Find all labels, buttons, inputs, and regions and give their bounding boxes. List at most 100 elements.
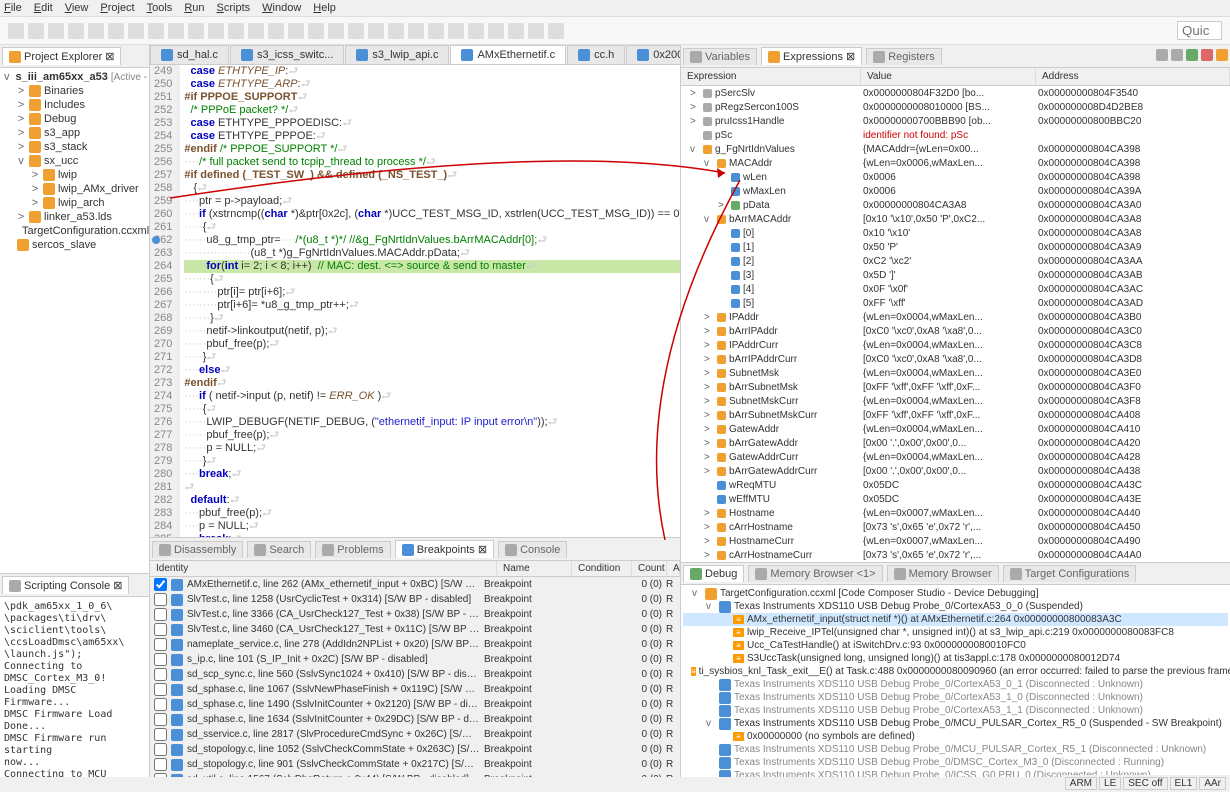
col-value[interactable]: Value (861, 68, 1036, 85)
expression-row[interactable]: >pRegzSercon100S0x0000000008010000 [BS..… (681, 100, 1230, 114)
expression-row[interactable]: >pSercSlv0x0000000804F32D0 [bo...0x00000… (681, 86, 1230, 100)
menu-file[interactable]: File (4, 2, 22, 14)
tab-target-configurations[interactable]: Target Configurations (1003, 565, 1137, 582)
tree-row[interactable]: >s3_app (2, 126, 147, 140)
expression-row[interactable]: >bArrSubnetMskCurr[0xFF '\xff',0xFF '\xf… (681, 408, 1230, 422)
breakpoint-checkbox[interactable] (154, 653, 167, 666)
editor-tab[interactable]: cc.h (567, 45, 625, 64)
col-condition[interactable]: Condition (572, 561, 632, 576)
menu-view[interactable]: View (65, 2, 89, 14)
debug-frame[interactable]: ≡ti_sysbios_knl_Task_exit__E() at Task.c… (683, 665, 1228, 678)
tab-console[interactable]: Console (498, 541, 567, 558)
expression-row[interactable]: >bArrIPAddrCurr[0xC0 '\xc0',0xA8 '\xa8',… (681, 352, 1230, 366)
expression-row[interactable]: wEffMTU0x05DC0x00000000804CA43E (681, 492, 1230, 506)
breakpoint-row[interactable]: sd_util.c, line 1567 (SslvDbgReturn + 0x… (150, 772, 680, 777)
tab-memory-browser[interactable]: Memory Browser (887, 565, 999, 582)
tree-row[interactable]: TargetConfiguration.ccxml (2, 224, 147, 238)
breakpoint-checkbox[interactable] (154, 608, 167, 621)
expression-row[interactable]: [2]0xC2 '\xc2'0x00000000804CA3AA (681, 254, 1230, 268)
breakpoint-checkbox[interactable] (154, 578, 167, 591)
project-explorer-tab[interactable]: Project Explorer ⊠ (2, 47, 121, 65)
breakpoint-checkbox[interactable] (154, 683, 167, 696)
breakpoint-checkbox[interactable] (154, 638, 167, 651)
expression-row[interactable]: [1]0x50 'P'0x00000000804CA3A9 (681, 240, 1230, 254)
col-expression[interactable]: Expression (681, 68, 861, 85)
breakpoint-checkbox[interactable] (154, 593, 167, 606)
tree-row[interactable]: vs_iii_am65xx_a53 [Active - D (2, 70, 147, 84)
expression-row[interactable]: >bArrGatewAddrCurr[0x00 '.',0x00',0x00',… (681, 464, 1230, 478)
tab-search[interactable]: Search (247, 541, 311, 558)
tree-row[interactable]: vsx_ucc (2, 154, 147, 168)
expressions-list[interactable]: >pSercSlv0x0000000804F32D0 [bo...0x00000… (681, 86, 1230, 562)
expression-row[interactable]: >SubnetMsk{wLen=0x0004,wMaxLen...0x00000… (681, 366, 1230, 380)
editor-tab[interactable]: sd_hal.c (150, 45, 229, 64)
breakpoint-row[interactable]: sd_sservice.c, line 2817 (SlvProcedureCm… (150, 727, 680, 742)
expression-row[interactable]: >bArrGatewAddr[0x00 '.',0x00',0x00',0...… (681, 436, 1230, 450)
expression-row[interactable]: [4]0x0F '\x0f'0x00000000804CA3AC (681, 282, 1230, 296)
debug-frame[interactable]: Texas Instruments XDS110 USB Debug Probe… (683, 743, 1228, 756)
menubar[interactable]: FileEditViewProjectToolsRunScriptsWindow… (0, 0, 1230, 17)
expression-row[interactable]: >IPAddrCurr{wLen=0x0004,wMaxLen...0x0000… (681, 338, 1230, 352)
debug-frame[interactable]: Texas Instruments XDS110 USB Debug Probe… (683, 678, 1228, 691)
breakpoint-checkbox[interactable] (154, 743, 167, 756)
editor-tab[interactable]: AMxEthernetif.c (450, 45, 566, 64)
menu-project[interactable]: Project (100, 2, 134, 14)
expression-row[interactable]: wReqMTU0x05DC0x00000000804CA43C (681, 478, 1230, 492)
tab-variables[interactable]: Variables (683, 48, 757, 65)
tree-row[interactable]: >lwip (2, 168, 147, 182)
tab-disassembly[interactable]: Disassembly (152, 541, 243, 558)
menu-help[interactable]: Help (313, 2, 336, 14)
breakpoint-checkbox[interactable] (154, 773, 167, 777)
scripting-console-tab[interactable]: Scripting Console ⊠ (2, 576, 129, 594)
breakpoint-row[interactable]: SlvTest.c, line 3460 (CA_UsrCheck127_Tes… (150, 622, 680, 637)
code-editor[interactable]: 2492502512522532542552562572582592602612… (150, 65, 680, 537)
debug-frame[interactable]: ≡S3UccTask(unsigned long, unsigned long)… (683, 652, 1228, 665)
breakpoint-row[interactable]: SlvTest.c, line 1258 (UsrCyclicTest + 0x… (150, 592, 680, 607)
breakpoint-checkbox[interactable] (154, 623, 167, 636)
debug-frame[interactable]: vTargetConfiguration.ccxml [Code Compose… (683, 587, 1228, 600)
tree-row[interactable]: >s3_stack (2, 140, 147, 154)
tab-breakpoints[interactable]: Breakpoints ⊠ (395, 540, 494, 558)
debug-frame[interactable]: vTexas Instruments XDS110 USB Debug Prob… (683, 600, 1228, 613)
breakpoint-row[interactable]: nameplate_service.c, line 278 (AddIdn2NP… (150, 637, 680, 652)
menu-tools[interactable]: Tools (147, 2, 173, 14)
expression-row[interactable]: wMaxLen0x00060x00000000804CA39A (681, 184, 1230, 198)
breakpoint-row[interactable]: sd_stopology.c, line 1052 (SslvCheckComm… (150, 742, 680, 757)
breakpoint-row[interactable]: sd_sphase.c, line 1490 (SslvInitCounter … (150, 697, 680, 712)
breakpoint-row[interactable]: sd_scp_sync.c, line 560 (SslvSync1024 + … (150, 667, 680, 682)
editor-tab[interactable]: s3_lwip_api.c (345, 45, 449, 64)
tree-row[interactable]: >linker_a53.lds (2, 210, 147, 224)
menu-scripts[interactable]: Scripts (217, 2, 251, 14)
expression-tabs[interactable]: VariablesExpressions ⊠Registers (681, 45, 1230, 68)
expression-row[interactable]: [3]0x5D ']'0x00000000804CA3AB (681, 268, 1230, 282)
menu-edit[interactable]: Edit (34, 2, 53, 14)
breakpoint-row[interactable]: sd_stopology.c, line 901 (SslvCheckCommS… (150, 757, 680, 772)
debug-frame[interactable]: vTexas Instruments XDS110 USB Debug Prob… (683, 717, 1228, 730)
tab-memory-browser-<1>[interactable]: Memory Browser <1> (748, 565, 882, 582)
expression-row[interactable]: wLen0x00060x00000000804CA398 (681, 170, 1230, 184)
tree-row[interactable]: sercos_slave (2, 238, 147, 252)
expression-row[interactable]: >bArrIPAddr[0xC0 '\xc0',0xA8 '\xa8',0...… (681, 324, 1230, 338)
expression-row[interactable]: >cArrHostnameCurr[0x73 's',0x65 'e',0x72… (681, 548, 1230, 562)
debug-frame[interactable]: Texas Instruments XDS110 USB Debug Probe… (683, 691, 1228, 704)
tree-row[interactable]: >Binaries (2, 84, 147, 98)
debug-frame[interactable]: ≡lwip_Receive_IPTel(unsigned char *, uns… (683, 626, 1228, 639)
tree-row[interactable]: >Includes (2, 98, 147, 112)
debug-tabs[interactable]: DebugMemory Browser <1>Memory BrowserTar… (681, 563, 1230, 585)
tree-row[interactable]: >Debug (2, 112, 147, 126)
expression-row[interactable]: vMACAddr{wLen=0x0006,wMaxLen...0x0000000… (681, 156, 1230, 170)
breakpoint-checkbox[interactable] (154, 698, 167, 711)
col-count[interactable]: Count (632, 561, 667, 576)
breakpoints-list[interactable]: AMxEthernetif.c, line 262 (AMx_etherneti… (150, 577, 680, 777)
debug-frame[interactable]: Texas Instruments XDS110 USB Debug Probe… (683, 756, 1228, 769)
tree-row[interactable]: >lwip_arch (2, 196, 147, 210)
breakpoint-checkbox[interactable] (154, 713, 167, 726)
expression-row[interactable]: >bArrSubnetMsk[0xFF '\xff',0xFF '\xff',0… (681, 380, 1230, 394)
expression-row[interactable]: [5]0xFF '\xff'0x00000000804CA3AD (681, 296, 1230, 310)
debug-frame[interactable]: Texas Instruments XDS110 USB Debug Probe… (683, 704, 1228, 717)
expression-row[interactable]: >SubnetMskCurr{wLen=0x0004,wMaxLen...0x0… (681, 394, 1230, 408)
expression-row[interactable]: >IPAddr{wLen=0x0004,wMaxLen...0x00000000… (681, 310, 1230, 324)
breakpoint-row[interactable]: AMxEthernetif.c, line 262 (AMx_etherneti… (150, 577, 680, 592)
expression-row[interactable]: vbArrMACAddr[0x10 '\x10',0x50 'P',0xC2..… (681, 212, 1230, 226)
breakpoint-row[interactable]: sd_sphase.c, line 1067 (SslvNewPhaseFini… (150, 682, 680, 697)
